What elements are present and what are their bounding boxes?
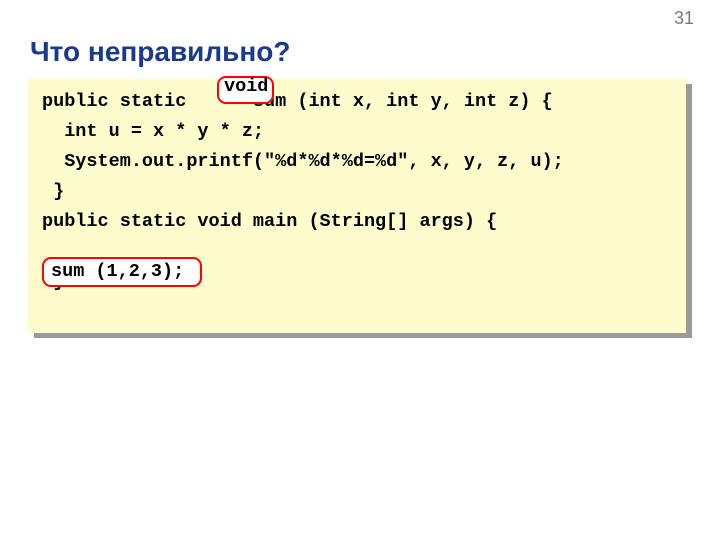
page-number: 31: [674, 8, 694, 29]
highlight-sum-call: sum (1,2,3);: [42, 257, 202, 287]
code-line-5: public static void main (String[] args) …: [42, 211, 497, 232]
code-line-3: System.out.printf("%d*%d*%d=%d", x, y, z…: [42, 151, 564, 172]
code-block: public static sum (int x, int y, int z) …: [28, 79, 686, 333]
slide-title: Что неправильно?: [30, 36, 291, 68]
code-line-4: }: [42, 181, 64, 202]
highlight-void-keyword: void: [217, 76, 274, 104]
code-line-1: public static sum (int x, int y, int z) …: [42, 91, 553, 112]
code-line-2: int u = x * y * z;: [42, 121, 264, 142]
